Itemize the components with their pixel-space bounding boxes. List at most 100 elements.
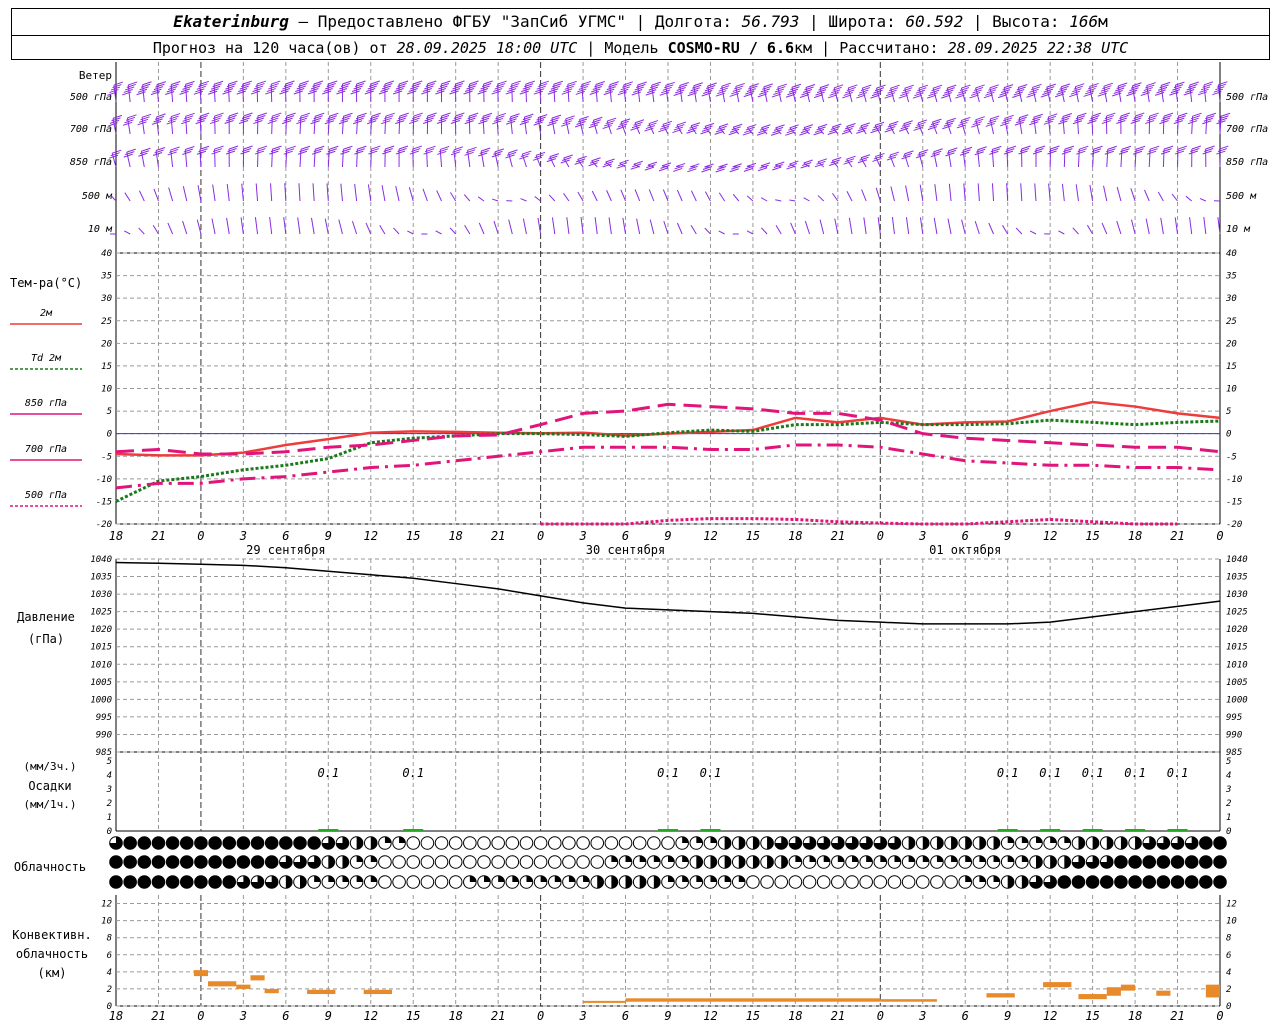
wind-barb bbox=[467, 150, 471, 168]
wind-barb-feather bbox=[889, 121, 899, 125]
wind-barb-feather bbox=[1220, 112, 1231, 117]
wind-barb-feather bbox=[256, 80, 267, 85]
cloud-cover-symbol bbox=[661, 836, 675, 850]
cloud-cover-fill bbox=[979, 836, 986, 850]
hour-tick-label-bottom: 6 bbox=[282, 1009, 289, 1023]
wind-barb bbox=[492, 198, 499, 202]
wind-barb-feather bbox=[959, 151, 970, 156]
cloud-cover-symbol bbox=[307, 836, 321, 850]
cloud-cover-fill bbox=[597, 875, 604, 889]
wind-barb bbox=[242, 84, 244, 103]
temp-legend-label: 850 гПа bbox=[25, 398, 67, 409]
wind-barb-feather bbox=[300, 112, 311, 117]
wind-barb bbox=[153, 188, 159, 202]
hour-tick-label-bottom: 18 bbox=[448, 1009, 462, 1023]
cloud-cover-fill bbox=[767, 855, 774, 869]
wind-barb-feather bbox=[364, 90, 374, 95]
wind-barb-feather bbox=[1202, 150, 1212, 155]
convective-cloud-bar bbox=[1205, 984, 1220, 998]
wind-barb-feather bbox=[167, 151, 177, 156]
wind-barb-feather bbox=[773, 91, 783, 96]
wind-barb bbox=[182, 186, 188, 202]
hour-tick-label: 6 bbox=[282, 529, 289, 543]
temp-tick-left: 35 bbox=[100, 272, 112, 282]
wind-barb bbox=[1145, 218, 1150, 235]
cloud-cover-symbol bbox=[1071, 875, 1086, 889]
wind-barb bbox=[1185, 195, 1193, 202]
wind-barb bbox=[577, 191, 584, 202]
wind-barb-feather bbox=[859, 156, 869, 161]
wind-barb-feather bbox=[435, 90, 445, 95]
hour-tick-label: 9 bbox=[325, 529, 332, 543]
wind-barb-feather bbox=[1107, 145, 1117, 150]
wind-barb-feather bbox=[296, 85, 306, 90]
wind-barb-feather bbox=[1074, 117, 1084, 122]
wind-barb bbox=[947, 218, 952, 235]
wind-barb-feather bbox=[756, 131, 767, 136]
wind-barb-feather bbox=[704, 87, 714, 92]
cloud-cover-symbol bbox=[519, 836, 534, 850]
wind-barb bbox=[1116, 186, 1122, 202]
wind-barb-feather bbox=[508, 149, 518, 154]
wind-barb-feather bbox=[1014, 121, 1024, 126]
wind-barb bbox=[594, 217, 598, 235]
wind-barb-feather bbox=[478, 152, 488, 157]
cloud-cover-fill bbox=[710, 836, 717, 843]
wind-barb-feather bbox=[1056, 90, 1066, 95]
hour-tick-label: 0 bbox=[197, 529, 204, 543]
wind-barb-feather bbox=[1189, 81, 1199, 86]
cloud-cover-symbol bbox=[576, 836, 590, 850]
wind-barb-feather bbox=[455, 80, 465, 85]
wind-barb-feather bbox=[860, 122, 870, 127]
wind-barb-feather bbox=[138, 152, 148, 157]
cloud-cover-fill bbox=[1050, 836, 1057, 843]
wind-barb-feather bbox=[497, 80, 507, 85]
cloud-cover-symbol bbox=[590, 855, 605, 869]
wind-barb-feather bbox=[1003, 150, 1014, 155]
cloud-cover-symbol bbox=[165, 836, 180, 850]
wind-barb bbox=[1002, 225, 1009, 235]
wind-barb-feather bbox=[427, 112, 437, 117]
wind-barb-feather bbox=[151, 120, 162, 125]
precip-tick-left: 0 bbox=[107, 827, 112, 837]
conv-tick-left: 10 bbox=[101, 917, 112, 927]
wind-barb-feather bbox=[1203, 81, 1214, 86]
temp-tick-right: 10 bbox=[1226, 385, 1237, 395]
wind-barb-feather bbox=[941, 94, 951, 99]
wind-barb-feather bbox=[1188, 150, 1199, 155]
wind-barb-feather bbox=[1019, 114, 1029, 119]
wind-barb-feather bbox=[392, 90, 403, 95]
wind-barb-feather bbox=[992, 145, 1002, 150]
pressure-title: Давление bbox=[17, 610, 75, 624]
wind-barb-feather bbox=[1013, 91, 1023, 96]
cloud-cover-fill bbox=[370, 855, 378, 862]
wind-barb bbox=[1189, 217, 1193, 235]
hour-tick-label: 18 bbox=[788, 529, 802, 543]
wind-barb-feather bbox=[382, 117, 392, 122]
wind-barb-feather bbox=[228, 80, 238, 85]
wind-barb bbox=[832, 192, 839, 202]
cloud-cover-fill bbox=[951, 855, 958, 862]
wind-barb-feather bbox=[153, 86, 164, 91]
wind-level-label-right: 500 м bbox=[1226, 191, 1257, 202]
wind-barb-feather bbox=[1057, 88, 1068, 93]
cloud-cover-symbol bbox=[802, 875, 817, 889]
wind-barb-feather bbox=[413, 80, 423, 85]
wind-barb-feather bbox=[168, 86, 178, 90]
wind-barb-feather bbox=[214, 112, 224, 117]
cloud-cover-symbol bbox=[1184, 875, 1199, 889]
wind-barb bbox=[520, 198, 527, 202]
precip-amount-label: 0.1 bbox=[1039, 766, 1061, 780]
wind-barb-feather bbox=[644, 166, 655, 171]
wind-barb-feather bbox=[111, 149, 122, 154]
wind-barb-feather bbox=[1175, 81, 1185, 86]
cloud-cover-symbol bbox=[109, 855, 123, 869]
wind-barb-feather bbox=[424, 117, 434, 122]
wind-barb-feather bbox=[165, 91, 175, 95]
wind-barb bbox=[775, 199, 782, 202]
wind-barb-feather bbox=[196, 85, 206, 90]
cloud-cover-fill bbox=[498, 875, 505, 882]
pressure-tick-right: 1025 bbox=[1226, 608, 1248, 618]
wind-barb-feather bbox=[479, 117, 490, 122]
cloud-cover-symbol bbox=[1184, 855, 1199, 869]
